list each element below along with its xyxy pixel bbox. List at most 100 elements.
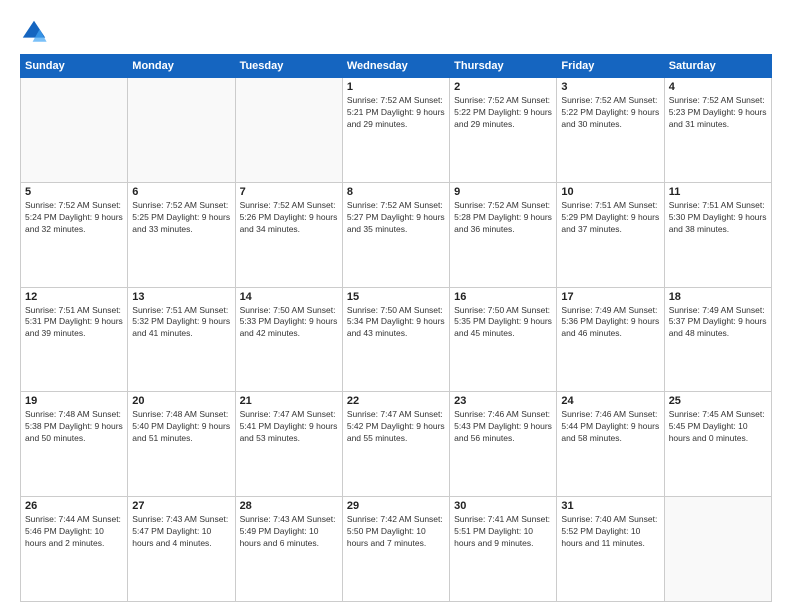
calendar-cell: 17 Sunrise: 7:49 AM Sunset: 5:36 PM Dayli… <box>557 287 664 392</box>
day-info: Sunrise: 7:46 AM Sunset: 5:43 PM Dayligh… <box>454 409 552 445</box>
week-row-2: 5 Sunrise: 7:52 AM Sunset: 5:24 PM Daylig… <box>21 182 772 287</box>
day-number: 2 <box>454 81 552 93</box>
weekday-header-saturday: Saturday <box>664 55 771 78</box>
day-number: 16 <box>454 291 552 303</box>
day-number: 15 <box>347 291 445 303</box>
calendar-cell: 9 Sunrise: 7:52 AM Sunset: 5:28 PM Daylig… <box>450 182 557 287</box>
day-number: 8 <box>347 186 445 198</box>
calendar-cell <box>664 497 771 602</box>
day-number: 9 <box>454 186 552 198</box>
day-info: Sunrise: 7:43 AM Sunset: 5:49 PM Dayligh… <box>240 514 338 550</box>
calendar-cell: 2 Sunrise: 7:52 AM Sunset: 5:22 PM Daylig… <box>450 78 557 183</box>
calendar-cell <box>235 78 342 183</box>
day-number: 5 <box>25 186 123 198</box>
day-number: 23 <box>454 395 552 407</box>
day-info: Sunrise: 7:51 AM Sunset: 5:32 PM Dayligh… <box>132 305 230 341</box>
weekday-header-row: SundayMondayTuesdayWednesdayThursdayFrid… <box>21 55 772 78</box>
day-number: 6 <box>132 186 230 198</box>
day-number: 29 <box>347 500 445 512</box>
calendar-cell: 1Sunrise: 7:52 AM Sunset: 5:21 PM Daylig… <box>342 78 449 183</box>
day-info: Sunrise: 7:48 AM Sunset: 5:40 PM Dayligh… <box>132 409 230 445</box>
logo <box>20 18 52 46</box>
weekday-header-monday: Monday <box>128 55 235 78</box>
calendar-cell: 30Sunrise: 7:41 AM Sunset: 5:51 PM Dayli… <box>450 497 557 602</box>
weekday-header-thursday: Thursday <box>450 55 557 78</box>
day-info: Sunrise: 7:44 AM Sunset: 5:46 PM Dayligh… <box>25 514 123 550</box>
day-number: 11 <box>669 186 767 198</box>
day-number: 14 <box>240 291 338 303</box>
weekday-header-tuesday: Tuesday <box>235 55 342 78</box>
day-info: Sunrise: 7:48 AM Sunset: 5:38 PM Dayligh… <box>25 409 123 445</box>
calendar-cell: 19 Sunrise: 7:48 AM Sunset: 5:38 PM Dayli… <box>21 392 128 497</box>
day-number: 18 <box>669 291 767 303</box>
day-info: Sunrise: 7:50 AM Sunset: 5:34 PM Dayligh… <box>347 305 445 341</box>
day-info: Sunrise: 7:42 AM Sunset: 5:50 PM Dayligh… <box>347 514 445 550</box>
calendar-cell: 24 Sunrise: 7:46 AM Sunset: 5:44 PM Dayli… <box>557 392 664 497</box>
day-info: Sunrise: 7:50 AM Sunset: 5:35 PM Dayligh… <box>454 305 552 341</box>
calendar-cell: 16 Sunrise: 7:50 AM Sunset: 5:35 PM Dayli… <box>450 287 557 392</box>
calendar-cell: 15 Sunrise: 7:50 AM Sunset: 5:34 PM Dayli… <box>342 287 449 392</box>
calendar-cell <box>128 78 235 183</box>
weekday-header-wednesday: Wednesday <box>342 55 449 78</box>
calendar-table: SundayMondayTuesdayWednesdayThursdayFrid… <box>20 54 772 602</box>
day-info: Sunrise: 7:40 AM Sunset: 5:52 PM Dayligh… <box>561 514 659 550</box>
week-row-1: 1Sunrise: 7:52 AM Sunset: 5:21 PM Daylig… <box>21 78 772 183</box>
day-info: Sunrise: 7:52 AM Sunset: 5:28 PM Dayligh… <box>454 200 552 236</box>
calendar-cell: 18 Sunrise: 7:49 AM Sunset: 5:37 PM Dayli… <box>664 287 771 392</box>
page: SundayMondayTuesdayWednesdayThursdayFrid… <box>0 0 792 612</box>
day-number: 7 <box>240 186 338 198</box>
calendar-cell: 21 Sunrise: 7:47 AM Sunset: 5:41 PM Dayli… <box>235 392 342 497</box>
calendar-cell: 6 Sunrise: 7:52 AM Sunset: 5:25 PM Daylig… <box>128 182 235 287</box>
day-number: 26 <box>25 500 123 512</box>
calendar-cell: 29 Sunrise: 7:42 AM Sunset: 5:50 PM Dayli… <box>342 497 449 602</box>
calendar-cell: 14 Sunrise: 7:50 AM Sunset: 5:33 PM Dayli… <box>235 287 342 392</box>
day-info: Sunrise: 7:52 AM Sunset: 5:25 PM Dayligh… <box>132 200 230 236</box>
logo-icon <box>20 18 48 46</box>
day-info: Sunrise: 7:47 AM Sunset: 5:42 PM Dayligh… <box>347 409 445 445</box>
day-info: Sunrise: 7:52 AM Sunset: 5:22 PM Dayligh… <box>454 95 552 131</box>
day-info: Sunrise: 7:52 AM Sunset: 5:21 PM Dayligh… <box>347 95 445 131</box>
calendar-cell: 22 Sunrise: 7:47 AM Sunset: 5:42 PM Dayli… <box>342 392 449 497</box>
day-info: Sunrise: 7:52 AM Sunset: 5:22 PM Dayligh… <box>561 95 659 131</box>
day-info: Sunrise: 7:43 AM Sunset: 5:47 PM Dayligh… <box>132 514 230 550</box>
day-info: Sunrise: 7:49 AM Sunset: 5:37 PM Dayligh… <box>669 305 767 341</box>
calendar-cell: 11Sunrise: 7:51 AM Sunset: 5:30 PM Dayli… <box>664 182 771 287</box>
calendar-cell: 23 Sunrise: 7:46 AM Sunset: 5:43 PM Dayli… <box>450 392 557 497</box>
calendar-cell: 5 Sunrise: 7:52 AM Sunset: 5:24 PM Daylig… <box>21 182 128 287</box>
day-number: 25 <box>669 395 767 407</box>
calendar-cell: 10Sunrise: 7:51 AM Sunset: 5:29 PM Dayli… <box>557 182 664 287</box>
day-number: 19 <box>25 395 123 407</box>
day-number: 20 <box>132 395 230 407</box>
week-row-4: 19 Sunrise: 7:48 AM Sunset: 5:38 PM Dayli… <box>21 392 772 497</box>
calendar-cell: 27 Sunrise: 7:43 AM Sunset: 5:47 PM Dayli… <box>128 497 235 602</box>
day-number: 3 <box>561 81 659 93</box>
day-number: 4 <box>669 81 767 93</box>
weekday-header-friday: Friday <box>557 55 664 78</box>
calendar-cell: 12Sunrise: 7:51 AM Sunset: 5:31 PM Dayli… <box>21 287 128 392</box>
day-number: 24 <box>561 395 659 407</box>
day-info: Sunrise: 7:52 AM Sunset: 5:27 PM Dayligh… <box>347 200 445 236</box>
day-number: 31 <box>561 500 659 512</box>
day-info: Sunrise: 7:51 AM Sunset: 5:29 PM Dayligh… <box>561 200 659 236</box>
day-info: Sunrise: 7:52 AM Sunset: 5:24 PM Dayligh… <box>25 200 123 236</box>
day-info: Sunrise: 7:47 AM Sunset: 5:41 PM Dayligh… <box>240 409 338 445</box>
header <box>20 18 772 46</box>
day-number: 13 <box>132 291 230 303</box>
calendar-cell: 13 Sunrise: 7:51 AM Sunset: 5:32 PM Dayli… <box>128 287 235 392</box>
calendar-cell: 20 Sunrise: 7:48 AM Sunset: 5:40 PM Dayli… <box>128 392 235 497</box>
week-row-5: 26 Sunrise: 7:44 AM Sunset: 5:46 PM Dayli… <box>21 497 772 602</box>
day-number: 27 <box>132 500 230 512</box>
calendar-cell: 8 Sunrise: 7:52 AM Sunset: 5:27 PM Daylig… <box>342 182 449 287</box>
day-number: 30 <box>454 500 552 512</box>
day-info: Sunrise: 7:52 AM Sunset: 5:26 PM Dayligh… <box>240 200 338 236</box>
calendar-cell: 25 Sunrise: 7:45 AM Sunset: 5:45 PM Dayli… <box>664 392 771 497</box>
day-number: 12 <box>25 291 123 303</box>
day-number: 21 <box>240 395 338 407</box>
day-number: 17 <box>561 291 659 303</box>
day-info: Sunrise: 7:46 AM Sunset: 5:44 PM Dayligh… <box>561 409 659 445</box>
day-info: Sunrise: 7:50 AM Sunset: 5:33 PM Dayligh… <box>240 305 338 341</box>
day-info: Sunrise: 7:52 AM Sunset: 5:23 PM Dayligh… <box>669 95 767 131</box>
day-info: Sunrise: 7:49 AM Sunset: 5:36 PM Dayligh… <box>561 305 659 341</box>
day-number: 22 <box>347 395 445 407</box>
day-info: Sunrise: 7:45 AM Sunset: 5:45 PM Dayligh… <box>669 409 767 445</box>
